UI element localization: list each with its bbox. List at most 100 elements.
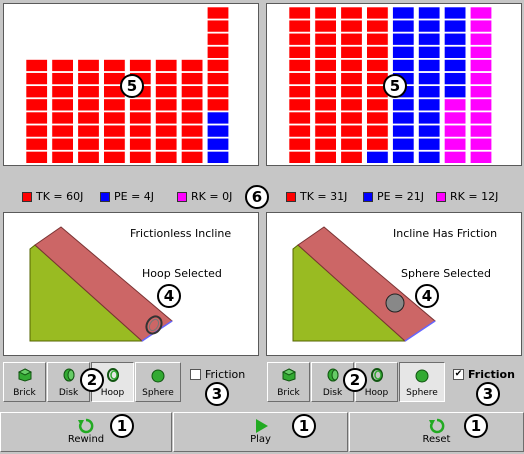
energy-cell-right-0-9 [288, 124, 311, 138]
energy-cell-right-5-2 [418, 32, 441, 46]
energy-cell-right-4-8 [392, 111, 415, 125]
callout-play: 1 [292, 414, 316, 438]
sphere-button-left[interactable]: Sphere [135, 362, 181, 402]
energy-cell-left-6-1 [181, 72, 204, 85]
friction-checkbox-right[interactable]: ✔ [453, 369, 464, 380]
energy-cell-right-1-9 [314, 124, 337, 138]
energy-cell-left-6-4 [181, 111, 204, 125]
brick-button-right[interactable]: Brick [267, 362, 310, 402]
energy-cell-right-3-1 [366, 19, 389, 33]
energy-cell-left-4-7 [129, 151, 152, 164]
energy-cell-right-7-7 [470, 98, 493, 112]
energy-cell-left-0-2 [25, 85, 48, 98]
friction-toggle-left[interactable]: Friction [190, 368, 245, 381]
energy-cell-right-0-8 [288, 111, 311, 125]
legend-tk-right: TK = 31J [286, 190, 347, 203]
energy-cell-right-0-1 [288, 19, 311, 33]
energy-cell-right-0-7 [288, 98, 311, 112]
friction-checkbox-left[interactable] [190, 369, 201, 380]
energy-cell-right-7-10 [470, 137, 493, 151]
energy-cell-right-3-7 [366, 98, 389, 112]
energy-cell-right-4-1 [392, 19, 415, 33]
reset-button[interactable]: Reset [349, 412, 524, 452]
energy-cell-left-3-4 [103, 111, 126, 125]
energy-cell-right-3-9 [366, 124, 389, 138]
friction-toggle-right[interactable]: ✔ Friction [453, 368, 515, 381]
energy-cell-right-6-6 [444, 85, 467, 98]
energy-cell-right-1-1 [314, 19, 337, 33]
energy-cell-left-2-3 [77, 98, 100, 112]
energy-cell-right-6-0 [444, 6, 467, 20]
energy-cell-left-6-6 [181, 137, 204, 151]
sphere-button-right[interactable]: Sphere [399, 362, 445, 402]
energy-cell-right-2-5 [340, 72, 363, 85]
legend-swatch-pe-right [363, 191, 373, 202]
energy-cell-right-1-11 [314, 151, 337, 164]
energy-cell-right-7-6 [470, 85, 493, 98]
energy-cell-right-1-2 [314, 32, 337, 46]
energy-cell-left-4-0 [129, 59, 152, 72]
energy-cell-right-7-1 [470, 19, 493, 33]
energy-cell-left-3-3 [103, 98, 126, 112]
energy-cell-right-6-9 [444, 124, 467, 138]
sphere-icon [151, 369, 165, 383]
energy-cell-left-1-0 [51, 59, 74, 72]
callout-selected-right: 4 [415, 284, 439, 308]
energy-cell-left-7-10 [207, 137, 230, 151]
energy-cell-right-7-0 [470, 6, 493, 20]
energy-cell-left-7-5 [207, 72, 230, 85]
rewind-button[interactable]: Rewind [0, 412, 172, 452]
callout-friction-right: 3 [476, 382, 500, 406]
rewind-label: Rewind [67, 434, 105, 445]
legend-label-tk-right: TK = 31J [300, 190, 348, 203]
friction-label-right: Friction [468, 368, 515, 381]
energy-cell-right-5-5 [418, 72, 441, 85]
energy-cell-right-5-7 [418, 98, 441, 112]
energy-cell-right-7-3 [470, 46, 493, 59]
legend-label-rk-left: RK = 0J [191, 190, 233, 203]
energy-cell-right-1-6 [314, 85, 337, 98]
energy-cell-left-7-11 [207, 151, 230, 164]
sphere-icon [415, 369, 429, 383]
hoop-icon [370, 368, 383, 382]
legend-label-pe-left: PE = 4J [114, 190, 155, 203]
reset-icon [428, 418, 444, 434]
energy-cell-right-1-4 [314, 59, 337, 72]
energy-legend: TK = 60J PE = 4J RK = 0J 6 TK = 31J PE =… [0, 185, 524, 209]
energy-cell-left-2-5 [77, 124, 100, 138]
energy-cell-right-5-0 [418, 6, 441, 20]
energy-cell-left-5-4 [155, 111, 178, 125]
energy-cell-left-3-0 [103, 59, 126, 72]
energy-cell-right-3-10 [366, 137, 389, 151]
disk-button-label-right: Disk [322, 388, 343, 398]
energy-cell-right-7-5 [470, 72, 493, 85]
energy-bars-right: 5 [266, 3, 522, 166]
energy-cell-right-6-1 [444, 19, 467, 33]
energy-cell-right-0-0 [288, 6, 311, 20]
callout-selected-left: 4 [157, 284, 181, 308]
energy-cell-right-7-2 [470, 32, 493, 46]
energy-cell-left-1-1 [51, 72, 74, 85]
energy-cell-left-5-7 [155, 151, 178, 164]
brick-icon [281, 368, 296, 382]
callout-energy-bars-left: 5 [120, 74, 144, 98]
energy-simulation-app: 5 5 TK = 60J PE = 4J RK = 0J 6 TK = 31J … [0, 0, 524, 454]
energy-cell-left-2-0 [77, 59, 100, 72]
hoop-button-label-left: Hoop [100, 388, 125, 398]
energy-cell-right-5-6 [418, 85, 441, 98]
play-button[interactable]: Play [173, 412, 348, 452]
energy-cell-left-5-3 [155, 98, 178, 112]
energy-cell-left-2-7 [77, 151, 100, 164]
brick-button-left[interactable]: Brick [3, 362, 46, 402]
energy-cell-left-7-8 [207, 111, 230, 125]
energy-cell-left-2-6 [77, 137, 100, 151]
legend-swatch-rk-left [177, 191, 187, 202]
energy-cell-right-6-10 [444, 137, 467, 151]
brick-button-label-left: Brick [13, 388, 36, 398]
energy-cell-right-6-2 [444, 32, 467, 46]
energy-cell-right-4-7 [392, 98, 415, 112]
energy-cell-left-5-5 [155, 124, 178, 138]
energy-cell-right-4-2 [392, 32, 415, 46]
scene-title-right: Incline Has Friction [393, 227, 498, 240]
energy-cell-left-5-6 [155, 137, 178, 151]
